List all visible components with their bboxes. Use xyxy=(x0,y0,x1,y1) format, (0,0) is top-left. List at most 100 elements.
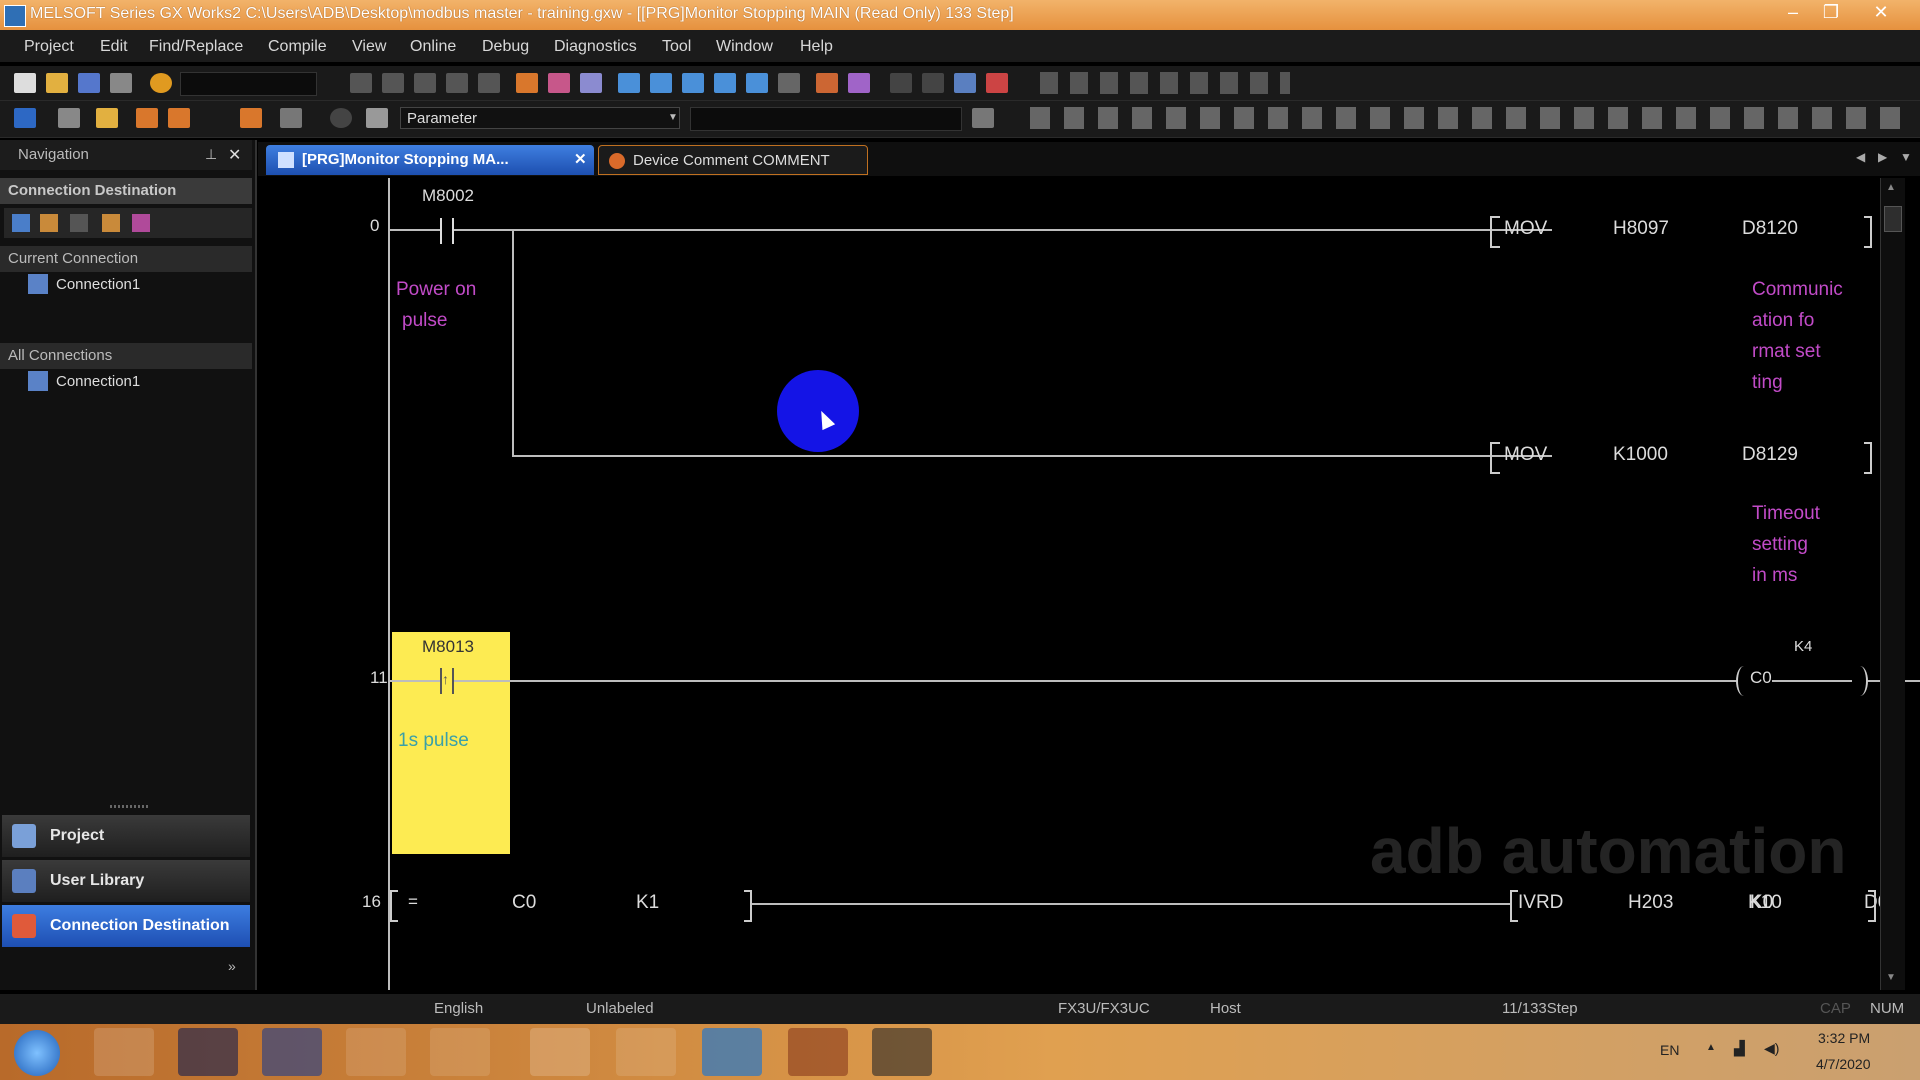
copy-connection-icon[interactable] xyxy=(102,214,120,232)
acrobat-icon[interactable] xyxy=(530,1028,590,1076)
tab-device-comment[interactable]: Device Comment COMMENT xyxy=(598,145,868,175)
tray-time[interactable]: 3:32 PM xyxy=(1818,1030,1870,1046)
coil-setting-k4[interactable]: K4 xyxy=(1794,638,1812,655)
device-dropdown[interactable] xyxy=(690,107,962,131)
stop-icon[interactable] xyxy=(986,73,1008,93)
menu-edit[interactable]: Edit xyxy=(100,38,128,56)
tray-language[interactable]: EN xyxy=(1660,1042,1679,1058)
menu-find-replace[interactable]: Find/Replace xyxy=(149,38,243,56)
instr-ivrd[interactable]: IVRD xyxy=(1518,892,1563,914)
ivrd-operand-1[interactable]: H203 xyxy=(1628,892,1673,914)
watch-icon[interactable] xyxy=(954,73,976,93)
menu-tool[interactable]: Tool xyxy=(662,38,691,56)
read-plc-icon[interactable] xyxy=(650,73,672,93)
tab-close-icon[interactable]: ✕ xyxy=(574,145,587,175)
nav-project-button[interactable]: Project xyxy=(2,815,250,857)
menu-debug[interactable]: Debug xyxy=(482,38,529,56)
tray-date[interactable]: 4/7/2020 xyxy=(1816,1056,1871,1072)
ladder-editor[interactable]: 0 M8002 Power on pulse MOV H8097 D8120 C… xyxy=(260,178,1920,990)
menu-view[interactable]: View xyxy=(352,38,386,56)
file-explorer-icon[interactable] xyxy=(178,1028,238,1076)
tab-scroll-left-icon[interactable]: ◀ xyxy=(1856,150,1865,164)
rebuild-icon[interactable] xyxy=(548,73,570,93)
menu-help[interactable]: Help xyxy=(800,38,833,56)
instr-mov-1[interactable]: MOV xyxy=(1504,218,1547,240)
menu-window[interactable]: Window xyxy=(716,38,773,56)
simulation-icon[interactable] xyxy=(816,73,838,93)
scroll-up-icon[interactable]: ▲ xyxy=(1886,182,1896,193)
parameter-dropdown[interactable]: Parameter xyxy=(400,107,680,129)
open-file-icon[interactable] xyxy=(46,73,68,93)
splitter-grip[interactable] xyxy=(110,805,150,808)
device-batch-icon[interactable] xyxy=(848,73,870,93)
properties-icon[interactable] xyxy=(132,214,150,232)
new-file-icon[interactable] xyxy=(14,73,36,93)
firefox-icon[interactable] xyxy=(616,1028,676,1076)
ladder-symbol-toolbar[interactable] xyxy=(1030,107,1910,129)
start-button-icon[interactable] xyxy=(14,1030,60,1076)
new-connection-icon[interactable] xyxy=(12,214,30,232)
ladder-icon[interactable] xyxy=(136,108,158,128)
cut-icon[interactable] xyxy=(350,73,372,93)
ivrd-operand-4[interactable]: K10 xyxy=(1748,892,1782,914)
vlc-icon[interactable] xyxy=(346,1028,406,1076)
coil-device-c0[interactable]: C0 xyxy=(1750,668,1772,688)
delete-connection-icon[interactable] xyxy=(70,214,88,232)
pin-icon[interactable]: ⊥ xyxy=(205,146,217,163)
vertical-scrollbar[interactable]: ▲ ▼ xyxy=(1880,178,1905,990)
instr-mov-1-src[interactable]: H8097 xyxy=(1613,218,1669,240)
close-button[interactable]: ✕ xyxy=(1862,0,1900,26)
print-icon[interactable] xyxy=(110,73,132,93)
app-icon-2[interactable] xyxy=(788,1028,848,1076)
tree-icon[interactable] xyxy=(280,108,302,128)
write-plc-icon[interactable] xyxy=(618,73,640,93)
screen-recorder-icon[interactable] xyxy=(872,1028,932,1076)
tray-expand-icon[interactable]: ▲ xyxy=(1706,1042,1716,1053)
copy-icon[interactable] xyxy=(382,73,404,93)
chevron-right-icon[interactable]: » xyxy=(228,958,236,974)
no-contact-m8002[interactable] xyxy=(440,218,454,244)
scroll-down-icon[interactable]: ▼ xyxy=(1886,972,1896,983)
compile-icon[interactable] xyxy=(516,73,538,93)
instr-mov-2-src[interactable]: K1000 xyxy=(1613,444,1668,466)
network-icon[interactable]: ▟ xyxy=(1734,1040,1745,1057)
sfc-icon[interactable] xyxy=(168,108,190,128)
nav-connection-destination-button[interactable]: Connection Destination xyxy=(2,905,250,947)
project-dropdown[interactable] xyxy=(180,72,317,96)
media-player-icon[interactable] xyxy=(262,1028,322,1076)
find-icon[interactable] xyxy=(972,108,994,128)
partial-window-icon[interactable] xyxy=(96,108,118,128)
minimize-button[interactable]: – xyxy=(1774,0,1812,26)
tab-scroll-right-icon[interactable]: ▶ xyxy=(1878,150,1887,164)
compare-operand-1[interactable]: C0 xyxy=(512,892,536,914)
volume-icon[interactable]: ◀) xyxy=(1764,1040,1779,1057)
menu-diagnostics[interactable]: Diagnostics xyxy=(554,38,637,56)
ie-icon[interactable] xyxy=(94,1028,154,1076)
menu-project[interactable]: Project xyxy=(24,38,74,56)
monitor-write-icon[interactable] xyxy=(778,73,800,93)
redo-icon[interactable] xyxy=(478,73,500,93)
compare-operator[interactable]: = xyxy=(408,892,418,912)
monitor-icon[interactable] xyxy=(714,73,736,93)
restore-button[interactable]: ❐ xyxy=(1812,0,1850,26)
verify-icon[interactable] xyxy=(682,73,704,93)
tab-list-icon[interactable]: ▼ xyxy=(1900,150,1912,164)
monitor-stop-icon[interactable] xyxy=(746,73,768,93)
menu-online[interactable]: Online xyxy=(410,38,456,56)
paste-icon[interactable] xyxy=(414,73,436,93)
power-icon[interactable] xyxy=(150,73,172,93)
open-connection-icon[interactable] xyxy=(40,214,58,232)
chevron-down-icon[interactable]: ▼ xyxy=(668,112,678,123)
instr-mov-2-dst[interactable]: D8129 xyxy=(1742,444,1798,466)
chrome-icon[interactable] xyxy=(430,1028,490,1076)
clock-icon[interactable] xyxy=(330,108,352,128)
device-list-icon[interactable] xyxy=(240,108,262,128)
gx-works2-icon[interactable] xyxy=(702,1028,762,1076)
tab-program[interactable]: [PRG]Monitor Stopping MA... ✕ xyxy=(266,145,594,175)
navigation-toggle-icon[interactable] xyxy=(14,108,36,128)
scroll-thumb[interactable] xyxy=(1884,206,1902,232)
instr-mov-1-dst[interactable]: D8120 xyxy=(1742,218,1798,240)
save-icon[interactable] xyxy=(78,73,100,93)
ladder-edit-toolbar[interactable] xyxy=(1040,72,1290,94)
compare-operand-2[interactable]: K1 xyxy=(636,892,659,914)
